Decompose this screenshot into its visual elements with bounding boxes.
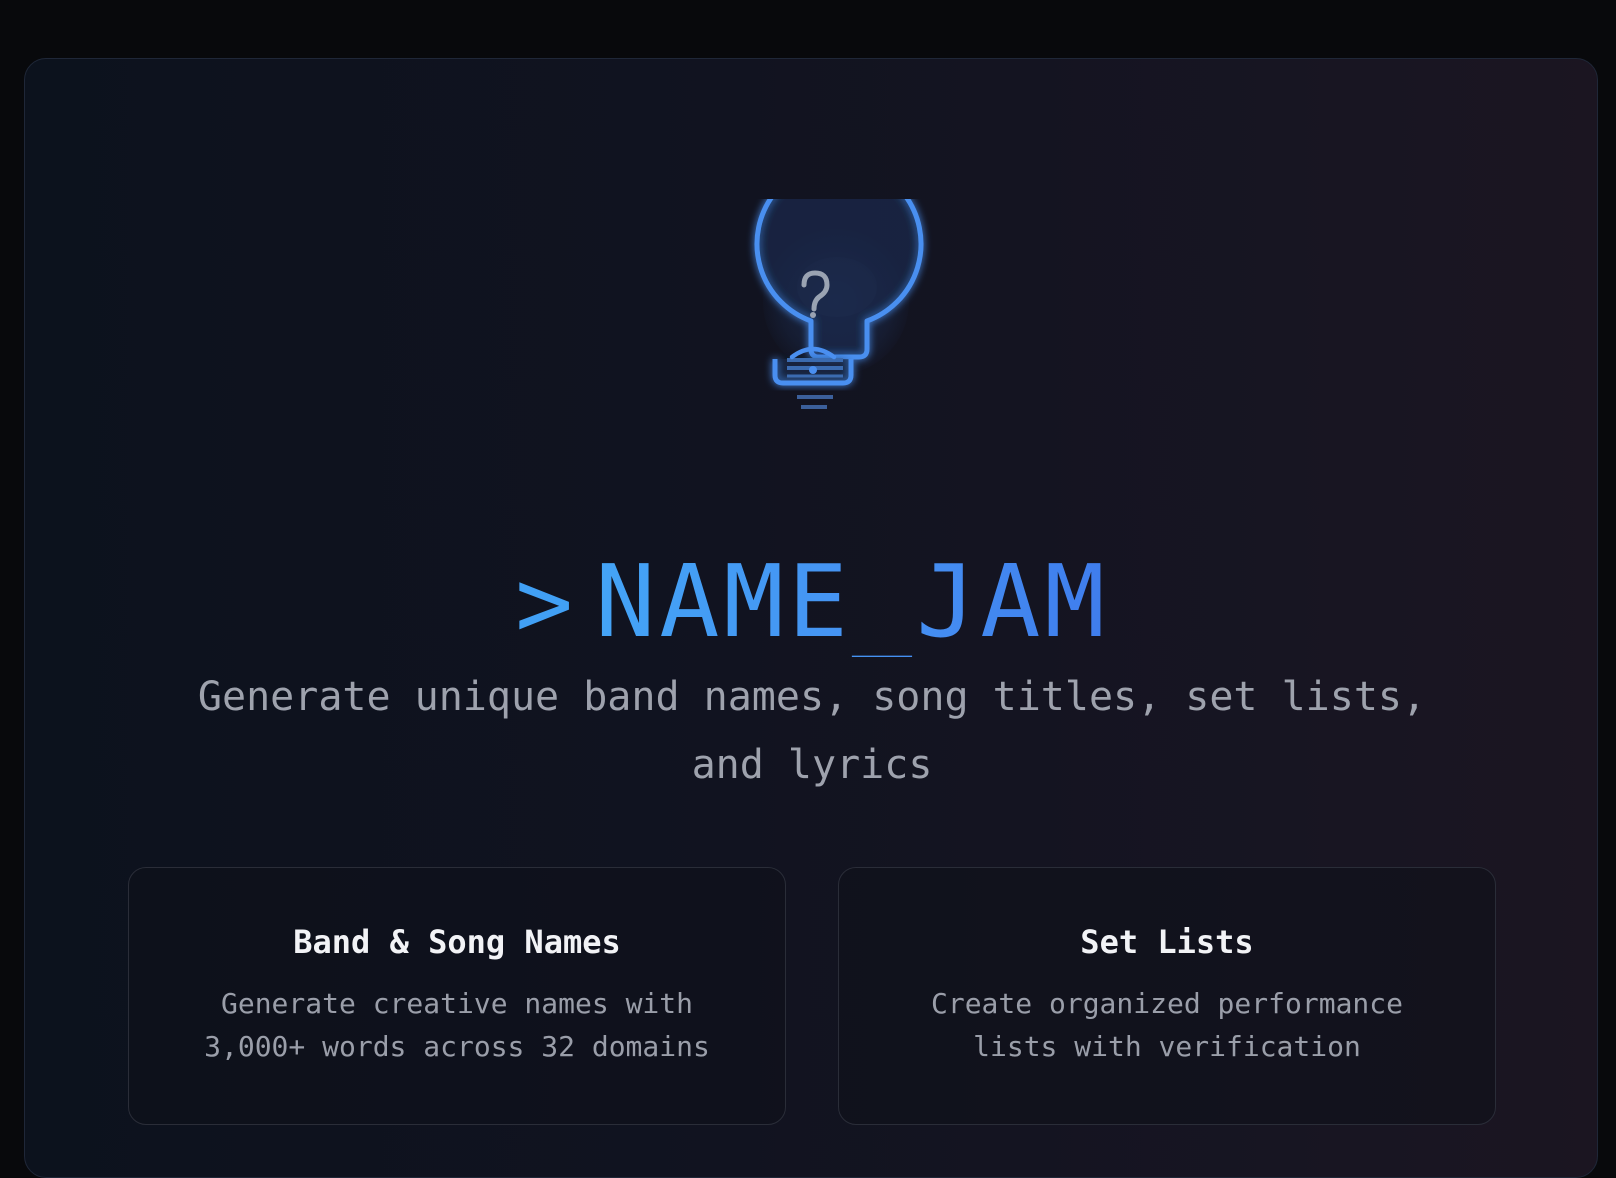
feature-card-description: Create organized performance lists with … xyxy=(930,987,1403,1063)
feature-card-set-lists[interactable]: Set Lists Create organized performance l… xyxy=(838,867,1496,1125)
main-panel: > NAME_JAM Generate unique band names, so… xyxy=(24,58,1598,1178)
feature-card-description: Generate creative names with 3,000+ word… xyxy=(204,987,710,1063)
feature-card-title: Set Lists xyxy=(1080,923,1254,961)
app-title-text: NAME_JAM xyxy=(595,543,1109,660)
prompt-symbol: > xyxy=(515,547,574,659)
app-title: > NAME_JAM xyxy=(25,543,1597,660)
lightbulb-question-icon xyxy=(754,199,924,409)
feature-card-band-song-names[interactable]: Band & Song Names Generate creative name… xyxy=(128,867,786,1125)
hero-logo xyxy=(727,199,943,519)
tagline: Generate unique band names, song titles,… xyxy=(197,674,1427,788)
feature-card-title: Band & Song Names xyxy=(293,923,621,961)
